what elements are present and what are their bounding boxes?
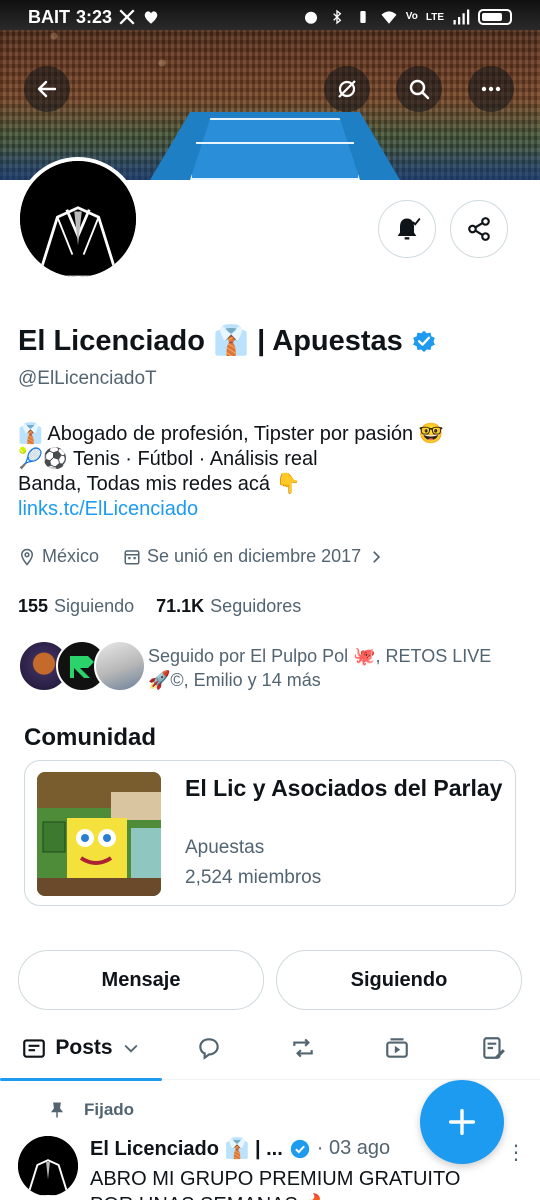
time-label: 3:23 <box>76 6 113 27</box>
grok-button[interactable] <box>324 66 370 112</box>
share-icon <box>468 217 490 241</box>
video-icon <box>386 1038 408 1058</box>
profile-name-row: El Licenciado 👔 | Apuestas <box>18 324 437 358</box>
wifi-icon <box>380 8 398 26</box>
network-label: LTE <box>425 11 444 23</box>
more-button[interactable] <box>468 66 514 112</box>
article-icon <box>483 1037 505 1059</box>
profile-meta: México Se unió en diciembre 2017 <box>18 546 385 567</box>
location-pin-icon <box>20 548 34 566</box>
profile-bio: 👔 Abogado de profesión, Tipster por pasi… <box>18 422 444 522</box>
plus-icon <box>448 1108 476 1136</box>
repost-icon <box>293 1038 313 1058</box>
bio-line-1: 👔 Abogado de profesión, Tipster por pasi… <box>18 423 444 445</box>
more-dots-icon <box>481 86 501 92</box>
bell-check-icon <box>397 217 421 240</box>
community-card[interactable]: El Lic y Asociados del Parlay Apuestas 2… <box>24 760 516 906</box>
community-members: 2,524 miembros <box>185 867 322 888</box>
notifications-button[interactable] <box>378 200 436 258</box>
follow-counts: 155 Siguiendo 71.1K Seguidores <box>18 596 301 617</box>
volte-label: Vo <box>405 11 418 22</box>
suit-avatar-image <box>20 161 136 277</box>
battery-icon <box>478 9 512 25</box>
community-image <box>37 772 161 896</box>
known-followers-avatars[interactable] <box>18 640 146 692</box>
tab-replies[interactable] <box>180 1018 238 1078</box>
vibrate-icon <box>354 8 372 26</box>
post-text[interactable]: ABRO MI GRUPO PREMIUM GRATUITO POR UNAS … <box>90 1166 500 1200</box>
signal-icon <box>452 8 470 26</box>
tab-posts-label: Posts <box>55 1036 113 1059</box>
bio-line-3: Banda, Todas mis redes acá 👇 <box>18 473 301 495</box>
carrier-label: BAIT <box>28 6 70 27</box>
profile-location: México <box>42 546 100 566</box>
back-button[interactable] <box>24 66 70 112</box>
profile-tabs: Posts <box>0 1018 540 1081</box>
share-button[interactable] <box>450 200 508 258</box>
back-arrow-icon <box>37 80 57 98</box>
post-author-avatar[interactable] <box>18 1136 78 1196</box>
pinned-label: Fijado <box>84 1100 135 1119</box>
posts-tab-icon <box>23 1039 46 1058</box>
pin-icon <box>51 1102 63 1118</box>
followers-count[interactable]: 71.1K <box>156 596 204 617</box>
following-button[interactable]: Siguiendo <box>276 950 522 1010</box>
pinned-indicator: Fijado <box>48 1100 134 1120</box>
reply-icon <box>199 1038 219 1060</box>
banner-court-net <box>196 142 354 144</box>
followed-by-line-1: Seguido por El Pulpo Pol 🐙, RETOS LIVE <box>148 646 492 666</box>
tab-posts[interactable]: Posts <box>0 1018 162 1078</box>
community-section-title: Comunidad <box>24 724 156 751</box>
tab-articles[interactable] <box>464 1018 522 1078</box>
following-count[interactable]: 155 <box>18 596 48 617</box>
profile-joined: Se unió en diciembre 2017 <box>147 546 362 566</box>
search-button[interactable] <box>396 66 442 112</box>
tab-reposts[interactable] <box>274 1018 332 1078</box>
post-verified-icon <box>290 1139 309 1158</box>
tab-media[interactable] <box>368 1018 426 1078</box>
bio-line-2: 🎾⚽ Tenis · Fútbol · Análisis real <box>18 448 318 470</box>
profile-avatar[interactable] <box>16 157 140 281</box>
post-time: · 03 ago <box>316 1137 391 1159</box>
alarm-icon <box>302 8 320 26</box>
verified-badge-icon[interactable] <box>411 328 437 354</box>
bluetooth-icon <box>328 8 346 26</box>
followers-label[interactable]: Seguidores <box>210 596 301 617</box>
compose-button[interactable] <box>420 1080 504 1164</box>
search-icon <box>409 79 430 100</box>
community-category: Apuestas <box>185 837 265 858</box>
post-more-icon[interactable]: ⋮ <box>506 1140 526 1165</box>
post-author-name[interactable]: El Licenciado 👔 | ... <box>90 1136 283 1161</box>
following-label[interactable]: Siguiendo <box>54 596 134 617</box>
follower-avatar-emilio <box>94 640 146 692</box>
active-tab-indicator <box>0 1078 162 1081</box>
banner-court-inner <box>190 118 360 180</box>
followed-by-line-2: 🚀©, Emilio y 14 más <box>148 670 321 690</box>
chevron-right-icon[interactable] <box>367 548 385 566</box>
calendar-icon <box>124 549 140 564</box>
post-header: El Licenciado 👔 | ... · 03 ago <box>90 1136 390 1161</box>
grok-icon <box>338 80 356 98</box>
chevron-down-icon <box>124 1044 138 1053</box>
followed-by-text[interactable]: Seguido por El Pulpo Pol 🐙, RETOS LIVE 🚀… <box>148 644 528 692</box>
community-name: El Lic y Asociados del Parlay <box>185 775 503 801</box>
bio-link[interactable]: links.tc/ElLicenciado <box>18 497 444 522</box>
status-bar: BAIT 3:23 Vo LTE <box>0 0 540 34</box>
profile-handle: @ElLicenciadoT <box>18 368 157 389</box>
heart-app-icon <box>142 8 160 26</box>
profile-name: El Licenciado 👔 | Apuestas <box>18 325 403 357</box>
message-button[interactable]: Mensaje <box>18 950 264 1010</box>
x-logo-icon <box>118 8 136 26</box>
